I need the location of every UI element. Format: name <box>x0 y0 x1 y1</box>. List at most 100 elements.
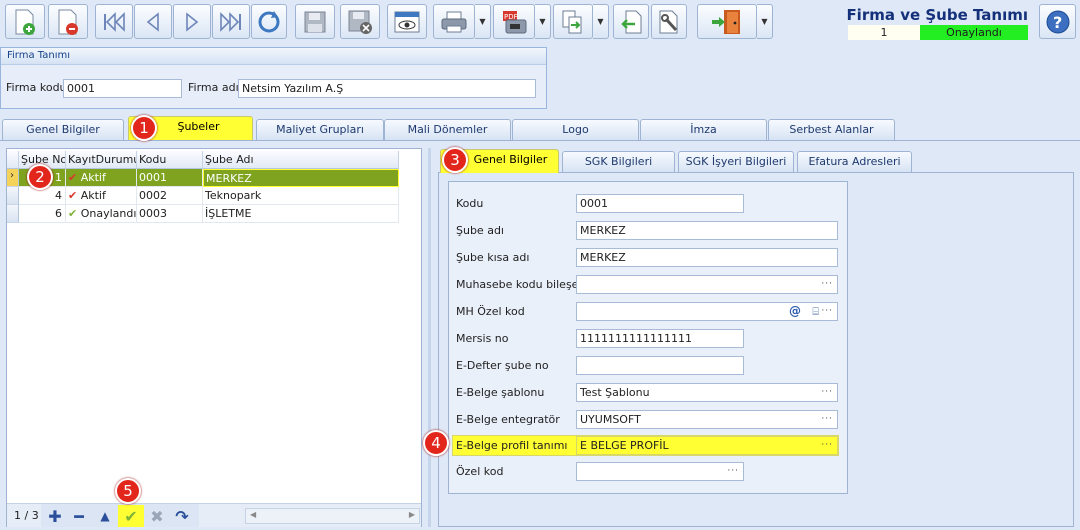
field-value: E BELGE PROFİL <box>580 439 669 452</box>
save-cancel-icon <box>348 10 372 34</box>
callout-3: 3 <box>442 147 468 173</box>
save-icon <box>304 11 326 32</box>
help-icon: ? <box>1046 10 1069 33</box>
tab-imza[interactable]: İmza <box>640 119 767 140</box>
print-dropdown-button[interactable]: ▼ <box>475 4 491 39</box>
save-button[interactable] <box>295 4 335 39</box>
address-card-icon[interactable]: ⌸ <box>812 303 819 320</box>
firma-kodu-input[interactable]: 0001 <box>63 79 182 98</box>
firma-adi-input[interactable]: Netsim Yazılım A.Ş <box>238 79 536 98</box>
check-red-icon: ✔ <box>68 171 78 184</box>
export-button[interactable] <box>553 4 593 39</box>
post-edit-button[interactable]: ✔ <box>118 505 144 527</box>
cell-sube-adi: Teknopark <box>203 187 399 205</box>
muhasebe-kodu-input[interactable]: ··· <box>576 275 838 294</box>
first-record-button[interactable] <box>95 4 133 39</box>
refresh-icon <box>258 10 280 32</box>
firma-group-title: Firma Tanımı <box>1 48 546 65</box>
exit-icon <box>712 9 740 34</box>
subtab-sgk-bilgileri[interactable]: SGK Bilgileri <box>562 151 675 172</box>
exit-dropdown-button[interactable]: ▼ <box>757 4 773 39</box>
ozel-kod-input[interactable]: ··· <box>576 462 744 481</box>
pdf-dropdown-button[interactable]: ▼ <box>535 4 551 39</box>
mh-ozel-kod-label: MH Özel kod <box>456 305 525 318</box>
settings-icon <box>659 10 678 33</box>
back-button[interactable] <box>613 4 649 39</box>
ellipsis-icon[interactable]: ··· <box>821 411 833 428</box>
subeler-grid: Şube No KayıtDurumu Kodu Şube Adı › 1 ✔ … <box>6 148 422 527</box>
preview-icon <box>394 11 420 32</box>
column-header-sube-adi[interactable]: Şube Adı <box>203 151 399 169</box>
sube-adi-label: Şube adı <box>456 224 504 237</box>
chevron-down-icon: ▼ <box>539 17 546 26</box>
cancel-edit-button[interactable]: ✖ <box>146 505 168 527</box>
previous-record-button[interactable] <box>134 4 172 39</box>
status-badge: Onaylandı <box>920 25 1028 40</box>
tab-genel-bilgiler[interactable]: Genel Bilgiler <box>2 119 124 140</box>
ebelge-profil-input[interactable]: E BELGE PROFİL ··· <box>576 436 838 455</box>
last-record-button[interactable] <box>212 4 250 39</box>
row-indicator <box>7 205 19 223</box>
status-text: Aktif <box>80 189 106 202</box>
append-record-button[interactable]: ✚ <box>44 505 66 527</box>
sube-adi-input[interactable]: MERKEZ <box>576 221 838 240</box>
tab-logo[interactable]: Logo <box>512 119 639 140</box>
redo-icon: ↷ <box>175 506 189 526</box>
ebelge-sablonu-input[interactable]: Test Şablonu ··· <box>576 383 838 402</box>
export-dropdown-button[interactable]: ▼ <box>593 4 609 39</box>
sube-kisa-adi-input[interactable]: MERKEZ <box>576 248 838 267</box>
tab-serbest-alanlar[interactable]: Serbest Alanlar <box>768 119 895 140</box>
preview-button[interactable] <box>387 4 427 39</box>
print-icon <box>441 11 467 32</box>
delete-record-button[interactable]: ━ <box>68 505 90 527</box>
ebelge-entegrator-input[interactable]: UYUMSOFT ··· <box>576 410 838 429</box>
help-button[interactable]: ? <box>1039 4 1076 39</box>
subtab-sgk-isyeri-bilgileri[interactable]: SGK İşyeri Bilgileri <box>678 151 794 172</box>
pdf-export-button[interactable]: PDF <box>493 4 535 39</box>
kodu-input[interactable]: 0001 <box>576 194 744 213</box>
ebelge-entegrator-label: E-Belge entegratör <box>456 413 560 426</box>
table-row[interactable]: › 1 ✔ Aktif 0001 MERKEZ <box>7 169 399 187</box>
sube-kisa-adi-label: Şube kısa adı <box>456 251 530 264</box>
mersis-no-input[interactable]: 1111111111111111 <box>576 329 744 348</box>
table-row[interactable]: 4 ✔ Aktif 0002 Teknopark <box>7 187 399 205</box>
check-green-icon: ✔ <box>68 207 78 220</box>
cell-kodu: 0003 <box>137 205 203 223</box>
tab-mali-donemler[interactable]: Mali Dönemler <box>384 119 511 140</box>
cell-kayit-durumu: ✔ Onaylandı <box>66 205 137 223</box>
delete-document-icon <box>58 9 78 35</box>
column-header-kodu[interactable]: Kodu <box>137 151 203 169</box>
chevron-right-icon: › <box>10 170 14 181</box>
settings-button[interactable] <box>651 4 687 39</box>
save-cancel-button[interactable] <box>340 4 380 39</box>
ellipsis-icon[interactable]: ··· <box>727 463 739 480</box>
minus-icon: ━ <box>74 506 84 526</box>
move-up-button[interactable]: ▲ <box>94 505 116 527</box>
refresh-grid-button[interactable]: ↷ <box>170 505 194 527</box>
refresh-button[interactable] <box>251 4 287 39</box>
tab-maliyet-gruplari[interactable]: Maliyet Grupları <box>256 119 384 140</box>
delete-document-button[interactable] <box>48 4 88 39</box>
new-document-button[interactable] <box>5 4 45 39</box>
check-icon: ✔ <box>124 506 138 526</box>
mh-ozel-kod-input[interactable]: @ ⌸ ··· <box>576 302 838 321</box>
triangle-up-icon: ▲ <box>100 509 110 523</box>
splitter[interactable] <box>428 148 431 527</box>
field-value: UYUMSOFT <box>580 413 641 426</box>
edefter-sube-no-input[interactable] <box>576 356 744 375</box>
ellipsis-icon[interactable]: ··· <box>821 276 833 293</box>
chevron-down-icon: ▼ <box>761 17 768 26</box>
ellipsis-icon[interactable]: ··· <box>821 384 833 401</box>
exit-button[interactable] <box>697 4 757 39</box>
column-header-kayit-durumu[interactable]: KayıtDurumu <box>66 151 137 169</box>
print-button[interactable] <box>433 4 475 39</box>
ellipsis-icon[interactable]: ··· <box>821 437 833 454</box>
subtab-efatura-adresleri[interactable]: Efatura Adresleri <box>797 151 912 172</box>
ellipsis-icon[interactable]: ··· <box>821 303 833 320</box>
horizontal-scrollbar[interactable]: ◀ ▶ <box>245 508 420 524</box>
at-sign-icon[interactable]: @ <box>789 303 801 320</box>
table-row[interactable]: 6 ✔ Onaylandı 0003 İŞLETME <box>7 205 399 223</box>
mersis-no-label: Mersis no <box>456 332 509 345</box>
next-record-button[interactable] <box>173 4 211 39</box>
firma-group: Firma Tanımı <box>0 47 547 109</box>
